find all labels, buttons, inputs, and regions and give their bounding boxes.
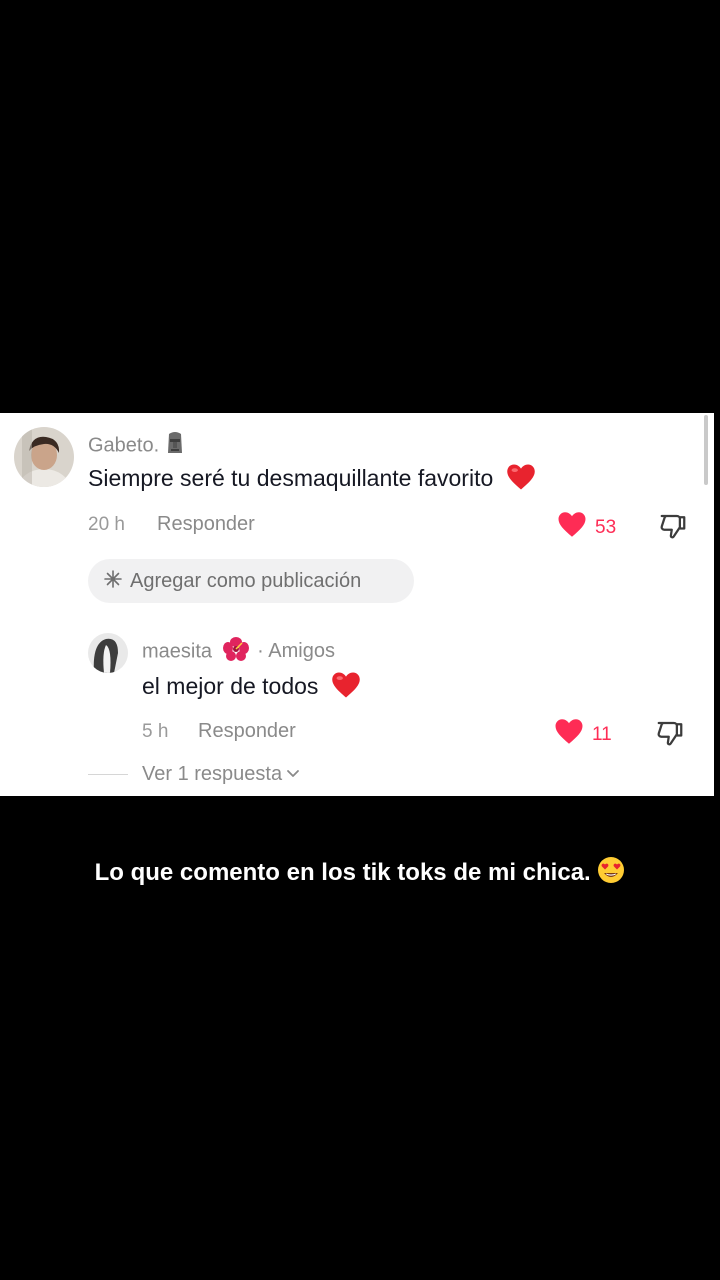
red-heart-icon [506, 463, 536, 497]
divider [88, 774, 128, 775]
heart-eyes-icon [597, 856, 625, 891]
video-caption: Lo que comento en los tik toks de mi chi… [0, 856, 720, 891]
dislike-button[interactable] [658, 511, 688, 546]
heart-icon [554, 718, 584, 751]
thumbs-down-icon [657, 721, 683, 746]
friends-label: · Amigos [257, 640, 335, 663]
like-count: 53 [595, 516, 617, 538]
add-as-post-button[interactable]: Agregar como publicación [88, 559, 414, 603]
red-heart-icon [331, 671, 361, 705]
reply-like-button[interactable]: 11 [554, 718, 612, 751]
reply-text: el mejor de todos [142, 671, 361, 705]
view-replies-button[interactable]: Ver 1 respuesta [88, 763, 300, 786]
thumbs-down-icon [660, 514, 686, 539]
avatar[interactable] [14, 427, 74, 487]
comment-text: Siempre seré tu desmaquillante favorito [88, 463, 536, 497]
scrollbar[interactable] [704, 415, 708, 485]
reply-avatar[interactable] [88, 633, 128, 673]
add-as-post-label: Agregar como publicación [130, 569, 362, 592]
chevron-down-icon [286, 766, 300, 784]
reply-button[interactable]: Responder [157, 513, 255, 536]
reply-like-count: 11 [592, 723, 612, 745]
reply-dislike-button[interactable] [655, 718, 685, 753]
moai-icon [165, 431, 185, 461]
like-button[interactable]: 53 [557, 511, 616, 544]
reply-username[interactable]: maesita · Amigos [142, 636, 335, 668]
comment-time: 20 h [88, 514, 125, 535]
comment-card: Gabeto. Siempre seré tu desmaquillante f… [0, 413, 714, 796]
reply-reply-button[interactable]: Responder [198, 720, 296, 743]
view-replies-label: Ver 1 respuesta [142, 763, 283, 785]
reply-time: 5 h [142, 721, 169, 742]
heart-icon [557, 511, 587, 544]
comment-username[interactable]: Gabeto. [88, 431, 185, 461]
hibiscus-icon [222, 636, 250, 668]
sparkle-icon [104, 569, 122, 593]
